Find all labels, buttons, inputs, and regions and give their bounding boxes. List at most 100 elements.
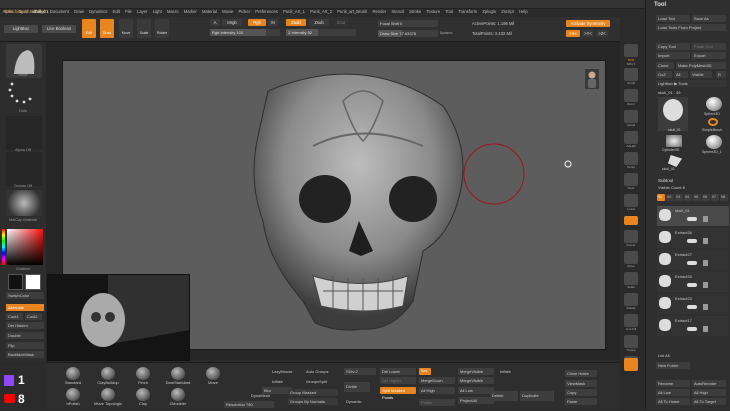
copy-tool-button[interactable]: Copy Tool <box>656 43 690 50</box>
menu-item-macro[interactable]: Macro <box>164 7 181 14</box>
lock-icon[interactable] <box>703 304 708 310</box>
rename-button[interactable]: Rename <box>656 380 690 387</box>
viewmask-button[interactable]: ViewMask <box>565 380 597 387</box>
xpose-bottom-icon[interactable] <box>624 358 638 371</box>
zcut-button[interactable]: Zcut <box>334 19 348 26</box>
load-tools-project-button[interactable]: Load Tools From Project <box>656 24 726 31</box>
menu-item-material[interactable]: Material <box>199 7 219 14</box>
main-color-swatch[interactable] <box>8 274 23 290</box>
all-to-home-button[interactable]: All To Home <box>656 398 690 405</box>
menu-item-stroke[interactable]: Stroke <box>407 7 424 14</box>
paste-tool-button[interactable]: Paste Tool <box>692 43 726 50</box>
sphere3d1-thumb[interactable] <box>706 135 722 149</box>
switch-color-button[interactable]: SwitchColor <box>6 292 44 299</box>
goz-button[interactable]: GoZ <box>656 71 672 78</box>
divide-button[interactable]: Divide <box>344 382 370 392</box>
menu-item-transform[interactable]: Transform <box>456 7 480 14</box>
smt-button[interactable]: Smt <box>419 368 431 375</box>
lazymouse-button[interactable]: LazyMouse <box>272 369 292 374</box>
menu-item-texture[interactable]: Texture <box>424 7 443 14</box>
menu-item-tool[interactable]: Tool <box>443 7 456 14</box>
navigation-gizmo-icon[interactable] <box>585 69 599 89</box>
dynamesh-button[interactable]: DynaMesh <box>251 393 270 398</box>
all-low-bottom-button[interactable]: All Low <box>458 387 494 394</box>
subtool-row[interactable]: Extract23 <box>657 294 729 314</box>
all-to-target-button[interactable]: All To Target <box>692 398 726 405</box>
del-higher-button[interactable]: Del Higher <box>380 377 416 384</box>
flip-button[interactable]: Flip <box>6 342 44 349</box>
group-masked-button[interactable]: Group Masked <box>288 389 338 396</box>
lightbox-button[interactable]: LightBox <box>4 25 38 33</box>
all-high-button[interactable]: All High <box>692 389 726 396</box>
move-topologic-brush-icon[interactable] <box>101 388 115 401</box>
zoom-icon[interactable] <box>624 89 638 102</box>
live-boolean-button[interactable]: Live Boolean <box>42 25 76 33</box>
menu-item-zplugin[interactable]: Zplugin <box>480 7 499 14</box>
draw-button[interactable]: Draw <box>100 19 114 38</box>
all-low-button[interactable]: All Low <box>656 389 690 396</box>
scale-icon[interactable] <box>624 272 638 285</box>
move-brush-icon[interactable] <box>206 367 220 380</box>
local-icon[interactable] <box>624 194 638 207</box>
lock-icon[interactable] <box>703 260 708 266</box>
pinch-brush-icon[interactable] <box>136 367 150 380</box>
merge-visible-button-2[interactable]: MergeVisible <box>458 377 494 384</box>
rgb-button[interactable]: Rgb <box>248 19 266 26</box>
all-button[interactable]: All <box>674 71 688 78</box>
delete-button[interactable]: Delete <box>490 391 518 401</box>
scale-button[interactable]: Scale <box>137 19 151 38</box>
material-thumbnail[interactable] <box>6 190 42 216</box>
menu-item-punk-art-1[interactable]: Punk_Art_1 <box>280 7 307 14</box>
gradient-label[interactable]: Gradient <box>0 267 46 271</box>
sym-y-button[interactable]: >Y< <box>582 30 594 37</box>
menu-item-picker[interactable]: Picker <box>236 7 253 14</box>
merge-down-button[interactable]: MergeDown <box>419 377 455 384</box>
lightbox-tools-button[interactable]: Lightbox ▶ Tools <box>656 80 726 87</box>
export-button[interactable]: Export <box>692 52 726 59</box>
subtool-tab-v8[interactable]: V8 <box>720 194 728 201</box>
visible-button[interactable]: Visible <box>690 71 712 78</box>
list-all-button[interactable]: List All <box>656 352 690 359</box>
project-all-button[interactable]: ProjectAll <box>458 397 494 404</box>
alpha-thumbnail[interactable] <box>6 116 42 150</box>
menu-item-punk-art-2[interactable]: Punk_Art_2 <box>308 7 335 14</box>
texture-thumbnail[interactable] <box>6 152 42 186</box>
groups-split-button[interactable]: GroupsSplit <box>306 379 327 384</box>
zadd-button[interactable]: Zadd <box>286 19 306 26</box>
backface-mask-button[interactable]: BackfaceMask <box>6 351 44 358</box>
rotate-icon[interactable] <box>624 293 638 306</box>
transp-icon[interactable] <box>624 335 638 348</box>
menu-item-light[interactable]: Light <box>150 7 164 14</box>
move-button[interactable]: Move <box>119 19 133 38</box>
all-high-bottom-button[interactable]: All High <box>419 387 455 394</box>
subtool-row[interactable]: skull_01 <box>657 206 729 226</box>
duplicate-button[interactable]: Duplicate <box>520 391 554 401</box>
menu-item-dynamics[interactable]: Dynamics <box>87 7 111 14</box>
dynamic-toggle[interactable]: Dynamic <box>440 31 452 36</box>
lock-icon[interactable] <box>703 282 708 288</box>
alternate-button[interactable]: Alternate <box>6 304 44 311</box>
close-holes-button[interactable]: Close Holes <box>565 370 597 377</box>
damstandard-brush-icon[interactable] <box>171 367 185 380</box>
subtool-row[interactable]: Extract27 <box>657 250 729 270</box>
del-hidden-button[interactable]: Del Hidden <box>6 322 44 329</box>
make-polymesh-button[interactable]: Make PolyMesh3D <box>676 62 726 69</box>
aahalf-icon[interactable] <box>624 131 638 144</box>
import-button[interactable]: Import <box>656 52 690 59</box>
zmodeler-brush-icon[interactable] <box>171 388 185 401</box>
menu-item-stencil[interactable]: Stencil <box>389 7 407 14</box>
simplebrush-thumb[interactable] <box>708 118 718 126</box>
menu-item-punk-art-brush[interactable]: Punk_art_Brush <box>335 7 370 14</box>
copy-button[interactable]: Copy <box>565 389 597 396</box>
color-picker[interactable] <box>7 229 43 265</box>
subtool-row[interactable]: Extract26 <box>657 228 729 248</box>
menu-item-marker[interactable]: Marker <box>181 7 199 14</box>
visibility-eye-icon[interactable] <box>687 305 697 309</box>
standard-brush-icon[interactable] <box>66 367 80 380</box>
sdiv-slider[interactable]: SDiv 2 <box>344 368 376 375</box>
m-button[interactable]: M <box>268 19 278 26</box>
cust1-button[interactable]: Cust1 <box>6 313 23 320</box>
visibility-eye-icon[interactable] <box>687 283 697 287</box>
auto-groups-button[interactable]: Auto Groups <box>306 369 328 374</box>
polish-button[interactable]: Polish <box>419 399 455 406</box>
